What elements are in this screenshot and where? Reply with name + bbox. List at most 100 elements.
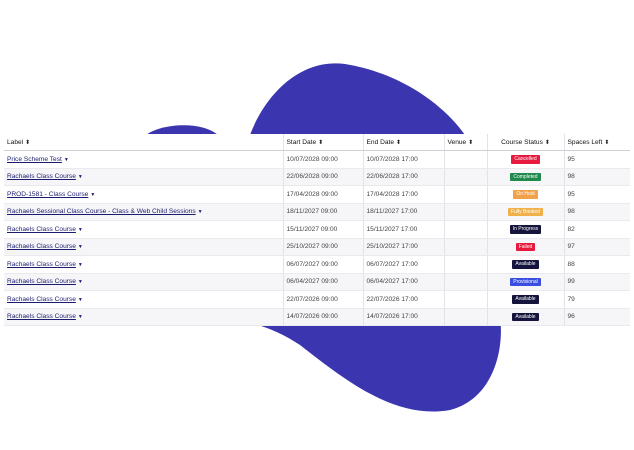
course-table-container: Label ⬍ Start Date ⬍ End Date ⬍ Venue ⬍ Cour… — [4, 134, 630, 326]
cell-end-date: 17/04/2028 17:00 — [362, 185, 444, 204]
cell-start-date: 25/10/2027 09:00 — [282, 238, 363, 256]
caret-down-icon[interactable]: ▼ — [78, 262, 83, 268]
cell-venue — [443, 238, 487, 256]
caret-down-icon[interactable]: ▼ — [78, 279, 83, 285]
cell-start-date: 06/04/2027 09:00 — [282, 273, 363, 291]
cell-venue — [443, 308, 487, 326]
cell-start-date: 14/07/2026 09:00 — [282, 308, 363, 326]
cell-spaces-left: 96 — [563, 308, 630, 326]
cell-course-status: In Progress — [486, 220, 564, 239]
caret-down-icon[interactable]: ▼ — [78, 314, 83, 320]
cell-end-date: 15/11/2027 17:00 — [362, 220, 444, 239]
course-link[interactable]: Rachaels Class Course — [7, 226, 76, 233]
column-header-course-status[interactable]: Course Status ⬍ — [486, 134, 564, 151]
column-header-spaces-left[interactable]: Spaces Left ⬍ — [563, 134, 630, 151]
status-badge: Available — [512, 260, 539, 269]
cell-course-status: Available — [486, 255, 564, 274]
status-badge: On Hold — [513, 190, 538, 199]
sort-icon[interactable]: ⬍ — [468, 140, 473, 146]
status-badge: Completed — [510, 172, 541, 181]
course-link[interactable]: Rachaels Class Course — [7, 313, 76, 320]
course-link[interactable]: Rachaels Class Course — [7, 261, 76, 268]
cell-spaces-left: 95 — [563, 185, 630, 204]
cell-venue — [443, 150, 487, 169]
table-row: Price Scheme Test ▼ 10/07/2028 09:00 10/07/… — [4, 150, 630, 169]
cell-spaces-left: 97 — [563, 238, 630, 256]
caret-down-icon[interactable]: ▼ — [78, 174, 83, 180]
cell-start-date: 18/11/2027 09:00 — [282, 203, 363, 221]
cell-venue — [443, 273, 487, 291]
column-header-label[interactable]: Label ⬍ — [4, 134, 283, 151]
cell-venue — [443, 255, 487, 274]
cell-end-date: 18/11/2027 17:00 — [362, 203, 444, 221]
cell-label: PROD-1581 - Class Course ▼ — [4, 185, 283, 204]
table-row: PROD-1581 - Class Course ▼ 17/04/2028 09:0… — [4, 185, 630, 204]
cell-course-status: On Hold — [486, 185, 564, 204]
cell-course-status: Available — [486, 308, 564, 326]
cell-spaces-left: 95 — [563, 150, 630, 169]
course-link[interactable]: Rachaels Class Course — [7, 173, 76, 180]
column-header-end-date[interactable]: End Date ⬍ — [362, 134, 444, 151]
sort-icon[interactable]: ⬍ — [396, 140, 401, 146]
sort-icon[interactable]: ⬍ — [604, 140, 609, 146]
table-row: Rachaels Class Course ▼ 14/07/2026 09:00 14… — [4, 308, 630, 326]
caret-down-icon[interactable]: ▼ — [78, 227, 83, 233]
course-link[interactable]: PROD-1581 - Class Course — [7, 191, 88, 198]
caret-down-icon[interactable]: ▼ — [198, 209, 203, 215]
caret-down-icon[interactable]: ▼ — [78, 297, 83, 303]
cell-venue — [443, 185, 487, 204]
status-badge: In Progress — [509, 225, 542, 234]
cell-end-date: 22/07/2026 17:00 — [362, 290, 444, 309]
course-link[interactable]: Rachaels Class Course — [7, 296, 76, 303]
sort-icon[interactable]: ⬍ — [25, 140, 30, 146]
cell-end-date: 06/07/2027 17:00 — [362, 255, 444, 274]
cell-course-status: Cancelled — [486, 150, 564, 169]
table-header-row: Label ⬍ Start Date ⬍ End Date ⬍ Venue ⬍ Cour… — [4, 134, 630, 151]
cell-spaces-left: 98 — [563, 168, 630, 186]
cell-venue — [443, 168, 487, 186]
caret-down-icon[interactable]: ▼ — [78, 244, 83, 250]
column-header-start-date[interactable]: Start Date ⬍ — [282, 134, 363, 151]
table-row: Rachaels Class Course ▼ 06/04/2027 09:00 06… — [4, 273, 630, 291]
table-body: Price Scheme Test ▼ 10/07/2028 09:00 10/07/… — [4, 150, 630, 326]
course-link[interactable]: Rachaels Class Course — [7, 278, 76, 285]
cell-start-date: 15/11/2027 09:00 — [282, 220, 363, 239]
cell-spaces-left: 82 — [563, 220, 630, 239]
caret-down-icon[interactable]: ▼ — [90, 192, 95, 198]
cell-venue — [443, 220, 487, 239]
column-header-venue[interactable]: Venue ⬍ — [443, 134, 487, 151]
caret-down-icon[interactable]: ▼ — [64, 157, 69, 163]
course-link[interactable]: Price Scheme Test — [7, 156, 62, 163]
cell-label: Rachaels Class Course ▼ — [4, 308, 283, 326]
cell-course-status: Available — [486, 290, 564, 309]
course-table: Label ⬍ Start Date ⬍ End Date ⬍ Venue ⬍ Cour… — [4, 134, 630, 326]
cell-spaces-left: 99 — [563, 273, 630, 291]
status-badge: Fully Booked — [508, 207, 543, 216]
cell-start-date: 06/07/2027 09:00 — [282, 255, 363, 274]
course-link[interactable]: Rachaels Sessional Class Course - Class … — [7, 208, 196, 215]
sort-icon[interactable]: ⬍ — [545, 140, 550, 146]
cell-spaces-left: 98 — [563, 203, 630, 221]
cell-label: Rachaels Class Course ▼ — [4, 220, 283, 239]
table-row: Rachaels Class Course ▼ 15/11/2027 09:00 15… — [4, 220, 630, 239]
cell-label: Rachaels Class Course ▼ — [4, 290, 283, 309]
cell-start-date: 22/07/2026 09:00 — [282, 290, 363, 309]
cell-venue — [443, 290, 487, 309]
cell-end-date: 22/06/2028 17:00 — [362, 168, 444, 186]
cell-label: Rachaels Class Course ▼ — [4, 255, 283, 274]
cell-venue — [443, 203, 487, 221]
status-badge: Available — [512, 312, 539, 321]
cell-course-status: Fully Booked — [486, 203, 564, 221]
table-row: Rachaels Sessional Class Course - Class … — [4, 203, 630, 221]
cell-label: Rachaels Class Course ▼ — [4, 273, 283, 291]
cell-end-date: 06/04/2027 17:00 — [362, 273, 444, 291]
status-badge: Available — [512, 295, 539, 304]
table-row: Rachaels Class Course ▼ 22/06/2028 09:00 22… — [4, 168, 630, 186]
cell-start-date: 10/07/2028 09:00 — [282, 150, 363, 169]
cell-course-status: Provisional — [486, 273, 564, 291]
table-row: Rachaels Class Course ▼ 22/07/2026 09:00 22… — [4, 290, 630, 309]
sort-icon[interactable]: ⬍ — [318, 140, 323, 146]
course-link[interactable]: Rachaels Class Course — [7, 243, 76, 250]
cell-end-date: 14/07/2026 17:00 — [362, 308, 444, 326]
cell-start-date: 22/06/2028 09:00 — [282, 168, 363, 186]
